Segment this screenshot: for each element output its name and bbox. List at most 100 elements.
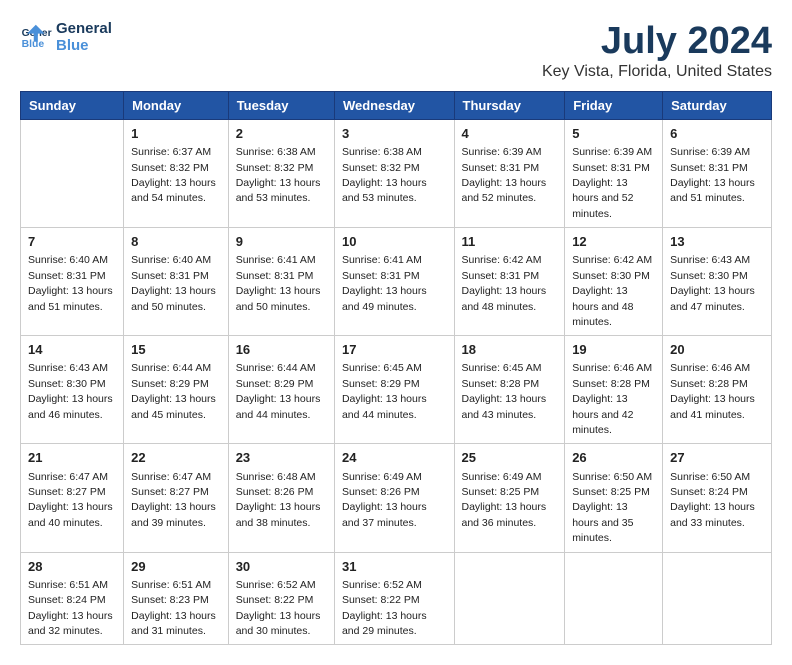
day-details: Sunrise: 6:40 AMSunset: 8:31 PMDaylight:…: [28, 254, 113, 312]
day-cell: 9 Sunrise: 6:41 AMSunset: 8:31 PMDayligh…: [228, 228, 334, 336]
day-cell: 15 Sunrise: 6:44 AMSunset: 8:29 PMDaylig…: [124, 336, 229, 444]
weekday-header-wednesday: Wednesday: [334, 92, 454, 120]
day-cell: 16 Sunrise: 6:44 AMSunset: 8:29 PMDaylig…: [228, 336, 334, 444]
day-cell: 14 Sunrise: 6:43 AMSunset: 8:30 PMDaylig…: [21, 336, 124, 444]
day-cell: 8 Sunrise: 6:40 AMSunset: 8:31 PMDayligh…: [124, 228, 229, 336]
day-cell: 22 Sunrise: 6:47 AMSunset: 8:27 PMDaylig…: [124, 444, 229, 552]
day-number: 27: [670, 449, 764, 467]
day-number: 4: [462, 125, 558, 143]
logo: General Blue General Blue: [20, 20, 112, 55]
day-cell: 19 Sunrise: 6:46 AMSunset: 8:28 PMDaylig…: [565, 336, 663, 444]
weekday-header-thursday: Thursday: [454, 92, 565, 120]
week-row-2: 7 Sunrise: 6:40 AMSunset: 8:31 PMDayligh…: [21, 228, 772, 336]
day-details: Sunrise: 6:41 AMSunset: 8:31 PMDaylight:…: [236, 254, 321, 312]
day-number: 13: [670, 233, 764, 251]
day-details: Sunrise: 6:39 AMSunset: 8:31 PMDaylight:…: [462, 146, 547, 204]
day-details: Sunrise: 6:50 AMSunset: 8:25 PMDaylight:…: [572, 471, 652, 545]
weekday-header-row: SundayMondayTuesdayWednesdayThursdayFrid…: [21, 92, 772, 120]
day-details: Sunrise: 6:46 AMSunset: 8:28 PMDaylight:…: [572, 362, 652, 436]
day-details: Sunrise: 6:41 AMSunset: 8:31 PMDaylight:…: [342, 254, 427, 312]
day-cell: 27 Sunrise: 6:50 AMSunset: 8:24 PMDaylig…: [663, 444, 772, 552]
day-details: Sunrise: 6:49 AMSunset: 8:26 PMDaylight:…: [342, 471, 427, 529]
day-details: Sunrise: 6:44 AMSunset: 8:29 PMDaylight:…: [236, 362, 321, 420]
week-row-5: 28 Sunrise: 6:51 AMSunset: 8:24 PMDaylig…: [21, 552, 772, 645]
day-cell: 20 Sunrise: 6:46 AMSunset: 8:28 PMDaylig…: [663, 336, 772, 444]
day-cell: 31 Sunrise: 6:52 AMSunset: 8:22 PMDaylig…: [334, 552, 454, 645]
day-number: 31: [342, 558, 447, 576]
day-cell: [663, 552, 772, 645]
day-number: 12: [572, 233, 655, 251]
day-number: 14: [28, 341, 116, 359]
day-cell: 6 Sunrise: 6:39 AMSunset: 8:31 PMDayligh…: [663, 120, 772, 228]
day-number: 11: [462, 233, 558, 251]
day-details: Sunrise: 6:51 AMSunset: 8:23 PMDaylight:…: [131, 579, 216, 637]
day-details: Sunrise: 6:38 AMSunset: 8:32 PMDaylight:…: [342, 146, 427, 204]
logo-text-blue: Blue: [56, 37, 112, 54]
day-cell: 11 Sunrise: 6:42 AMSunset: 8:31 PMDaylig…: [454, 228, 565, 336]
day-cell: 4 Sunrise: 6:39 AMSunset: 8:31 PMDayligh…: [454, 120, 565, 228]
day-number: 23: [236, 449, 327, 467]
day-number: 19: [572, 341, 655, 359]
day-number: 2: [236, 125, 327, 143]
day-number: 15: [131, 341, 221, 359]
day-details: Sunrise: 6:52 AMSunset: 8:22 PMDaylight:…: [236, 579, 321, 637]
day-details: Sunrise: 6:50 AMSunset: 8:24 PMDaylight:…: [670, 471, 755, 529]
day-number: 24: [342, 449, 447, 467]
day-number: 29: [131, 558, 221, 576]
day-number: 1: [131, 125, 221, 143]
day-details: Sunrise: 6:43 AMSunset: 8:30 PMDaylight:…: [670, 254, 755, 312]
day-details: Sunrise: 6:39 AMSunset: 8:31 PMDaylight:…: [572, 146, 652, 220]
weekday-header-monday: Monday: [124, 92, 229, 120]
day-number: 7: [28, 233, 116, 251]
day-details: Sunrise: 6:42 AMSunset: 8:30 PMDaylight:…: [572, 254, 652, 328]
day-cell: 12 Sunrise: 6:42 AMSunset: 8:30 PMDaylig…: [565, 228, 663, 336]
day-cell: 17 Sunrise: 6:45 AMSunset: 8:29 PMDaylig…: [334, 336, 454, 444]
weekday-header-sunday: Sunday: [21, 92, 124, 120]
day-cell: 13 Sunrise: 6:43 AMSunset: 8:30 PMDaylig…: [663, 228, 772, 336]
day-number: 21: [28, 449, 116, 467]
weekday-header-tuesday: Tuesday: [228, 92, 334, 120]
week-row-4: 21 Sunrise: 6:47 AMSunset: 8:27 PMDaylig…: [21, 444, 772, 552]
day-number: 10: [342, 233, 447, 251]
day-number: 9: [236, 233, 327, 251]
day-number: 6: [670, 125, 764, 143]
day-details: Sunrise: 6:46 AMSunset: 8:28 PMDaylight:…: [670, 362, 755, 420]
day-cell: 5 Sunrise: 6:39 AMSunset: 8:31 PMDayligh…: [565, 120, 663, 228]
day-number: 25: [462, 449, 558, 467]
day-details: Sunrise: 6:47 AMSunset: 8:27 PMDaylight:…: [131, 471, 216, 529]
day-number: 22: [131, 449, 221, 467]
day-number: 5: [572, 125, 655, 143]
day-details: Sunrise: 6:52 AMSunset: 8:22 PMDaylight:…: [342, 579, 427, 637]
day-cell: 26 Sunrise: 6:50 AMSunset: 8:25 PMDaylig…: [565, 444, 663, 552]
day-cell: 1 Sunrise: 6:37 AMSunset: 8:32 PMDayligh…: [124, 120, 229, 228]
svg-text:Blue: Blue: [22, 39, 45, 50]
day-cell: 28 Sunrise: 6:51 AMSunset: 8:24 PMDaylig…: [21, 552, 124, 645]
day-details: Sunrise: 6:47 AMSunset: 8:27 PMDaylight:…: [28, 471, 113, 529]
day-details: Sunrise: 6:45 AMSunset: 8:29 PMDaylight:…: [342, 362, 427, 420]
page-header: General Blue General Blue July 2024 Key …: [20, 20, 772, 81]
logo-icon: General Blue: [20, 23, 52, 51]
day-cell: [21, 120, 124, 228]
day-cell: [454, 552, 565, 645]
day-details: Sunrise: 6:45 AMSunset: 8:28 PMDaylight:…: [462, 362, 547, 420]
day-number: 16: [236, 341, 327, 359]
day-number: 28: [28, 558, 116, 576]
calendar-table: SundayMondayTuesdayWednesdayThursdayFrid…: [20, 91, 772, 645]
day-cell: [565, 552, 663, 645]
day-number: 18: [462, 341, 558, 359]
day-number: 3: [342, 125, 447, 143]
calendar-title: July 2024: [542, 20, 772, 63]
day-number: 8: [131, 233, 221, 251]
day-number: 20: [670, 341, 764, 359]
day-details: Sunrise: 6:48 AMSunset: 8:26 PMDaylight:…: [236, 471, 321, 529]
day-number: 30: [236, 558, 327, 576]
day-details: Sunrise: 6:43 AMSunset: 8:30 PMDaylight:…: [28, 362, 113, 420]
day-cell: 10 Sunrise: 6:41 AMSunset: 8:31 PMDaylig…: [334, 228, 454, 336]
day-cell: 30 Sunrise: 6:52 AMSunset: 8:22 PMDaylig…: [228, 552, 334, 645]
day-details: Sunrise: 6:37 AMSunset: 8:32 PMDaylight:…: [131, 146, 216, 204]
day-details: Sunrise: 6:51 AMSunset: 8:24 PMDaylight:…: [28, 579, 113, 637]
weekday-header-saturday: Saturday: [663, 92, 772, 120]
day-number: 17: [342, 341, 447, 359]
day-cell: 24 Sunrise: 6:49 AMSunset: 8:26 PMDaylig…: [334, 444, 454, 552]
day-details: Sunrise: 6:42 AMSunset: 8:31 PMDaylight:…: [462, 254, 547, 312]
